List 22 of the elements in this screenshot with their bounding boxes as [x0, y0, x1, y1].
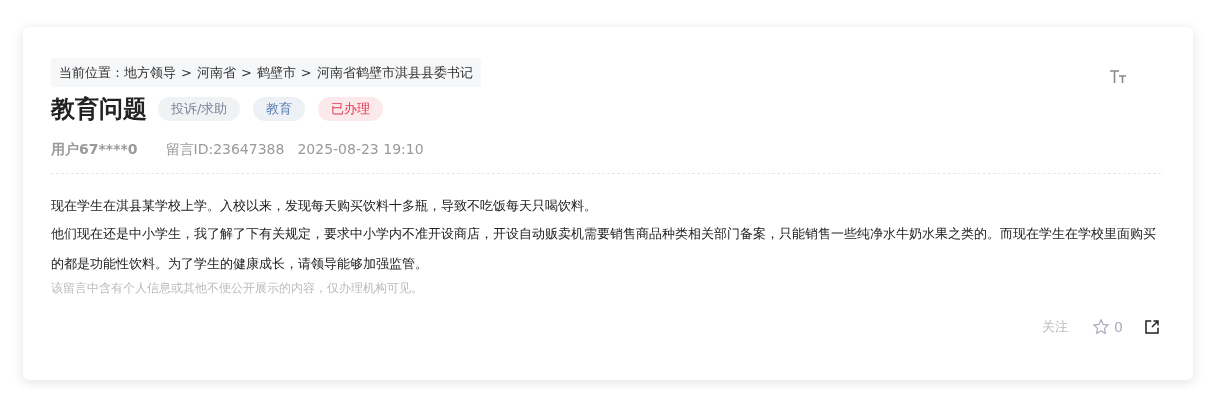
- tag: 投诉/求助: [158, 97, 241, 121]
- timestamp: 2025-08-23 19:10: [297, 141, 424, 159]
- user-name: 用户67****0: [51, 141, 138, 159]
- font-size-icon[interactable]: [1109, 68, 1127, 85]
- message-title: 教育问题: [51, 94, 147, 125]
- breadcrumb-separator: >: [181, 65, 192, 80]
- breadcrumb-label: 当前位置：: [59, 63, 124, 82]
- share-icon[interactable]: [1143, 318, 1161, 336]
- star-icon[interactable]: [1092, 318, 1111, 336]
- message-paragraph: 现在学生在淇县某学校上学。入校以来，发现每天购买饮料十多瓶，导致不吃饭每天只喝饮料。: [51, 197, 598, 215]
- message-id: 留言ID:23647388: [165, 141, 285, 159]
- breadcrumb-link[interactable]: 鹤壁市: [256, 63, 296, 82]
- star-count: 0: [1114, 319, 1123, 335]
- privacy-notice: 该留言中含有个人信息或其他不便公开展示的内容，仅办理机构可见。: [51, 281, 424, 296]
- breadcrumb-separator: >: [300, 65, 312, 80]
- message-paragraph: 他们现在还是中小学生，我了解了下有关规定，要求中小学内不准开设商店，开设自动贩卖机需要销售商品种类相关部门备案，只能销售一些纯净水牛奶水果之类的。而现在学生在学校里面购买的都是功能性饮料。为了学生的健康成长，请领导能够加强监管。: [51, 225, 1157, 273]
- breadcrumb-link[interactable]: 河南省鹤壁市淇县县委书记: [316, 63, 473, 82]
- tag: 已办理: [318, 97, 384, 121]
- breadcrumb-link[interactable]: 河南省: [196, 63, 236, 82]
- tag: 教育: [253, 97, 306, 121]
- breadcrumb-link[interactable]: 地方领导: [124, 63, 176, 82]
- breadcrumb-separator: >: [240, 65, 252, 80]
